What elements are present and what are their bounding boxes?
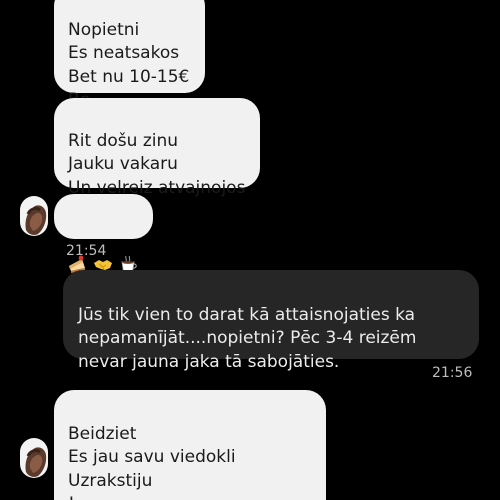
contact-avatar[interactable] xyxy=(20,196,48,236)
message-text: Rit došu zinu Jauku vakaru Un velreiz at… xyxy=(68,130,246,198)
message-bubble-outgoing[interactable]: Jūs tik vien to darat kā attaisnojaties … xyxy=(63,270,479,372)
message-bubble-emoji[interactable] xyxy=(54,194,153,273)
chat-screen: Nopietni Es neatsakos Bet nu 10-15€ Be v… xyxy=(0,0,500,500)
avatar-photo-icon xyxy=(20,438,48,478)
contact-avatar[interactable] xyxy=(20,438,48,478)
message-timestamp: 21:54 xyxy=(66,243,107,259)
coffee-emoji xyxy=(119,230,139,272)
message-text: Beidziet Es jau savu viedokli Uzrakstiju… xyxy=(68,423,236,500)
message-timestamp: 21:56 xyxy=(432,365,473,381)
avatar-photo-icon xyxy=(20,196,48,236)
message-bubble-incoming[interactable]: Rit došu zinu Jauku vakaru Un velreiz at… xyxy=(54,98,260,198)
message-bubble-incoming[interactable]: Nopietni Es neatsakos Bet nu 10-15€ Be v… xyxy=(54,0,205,134)
message-bubble-incoming[interactable]: Beidziet Es jau savu viedokli Uzrakstiju… xyxy=(54,390,326,500)
message-text: Jūs tik vien to darat kā attaisnojaties … xyxy=(78,304,417,372)
